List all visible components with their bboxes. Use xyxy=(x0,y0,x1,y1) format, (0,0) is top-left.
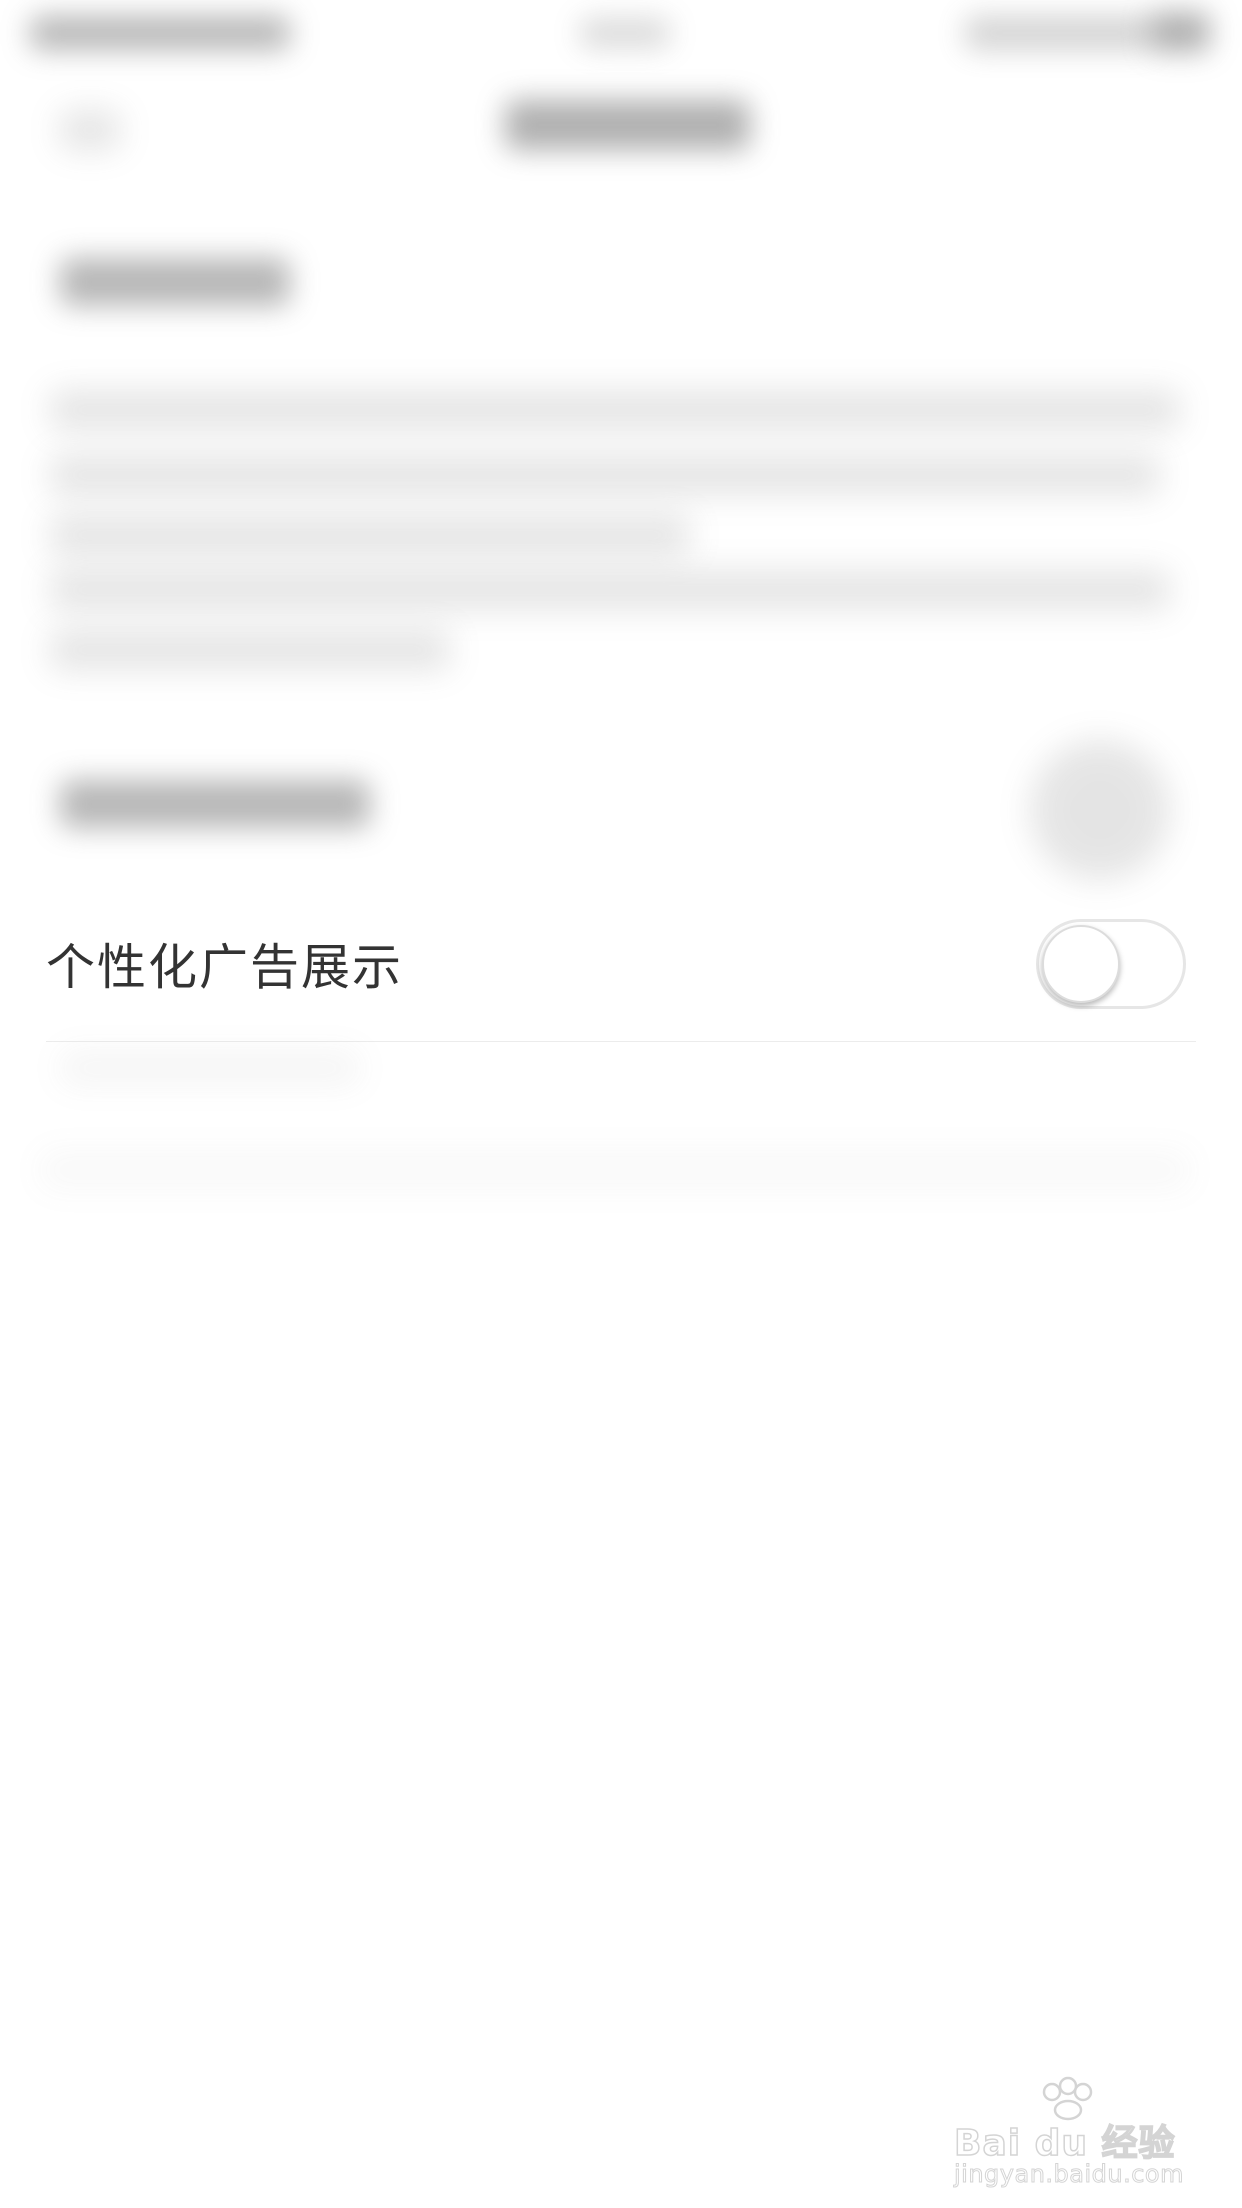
nav-bar xyxy=(0,70,1242,180)
baidu-jingyan-watermark: Bai du 经验 jingyan.baidu.com xyxy=(952,2070,1192,2190)
paragraph-line-blur xyxy=(50,515,690,555)
watermark-brand: Bai du 经验 xyxy=(953,2122,1176,2165)
ghost-blur xyxy=(60,1050,360,1086)
status-time-blur xyxy=(580,18,670,48)
ghost-blur xyxy=(40,1150,1190,1190)
battery-icon xyxy=(1150,12,1210,52)
paragraph-line-blur xyxy=(50,390,1180,430)
back-button[interactable] xyxy=(60,110,120,150)
setting-toggle-blur[interactable] xyxy=(1030,740,1170,880)
page-title xyxy=(505,100,750,150)
personalized-ads-row: 个性化广告展示 xyxy=(46,895,1196,1042)
toggle-knob xyxy=(1042,925,1120,1003)
setting-row-blur xyxy=(60,780,370,828)
section-heading-blur xyxy=(60,258,290,306)
status-right-blur xyxy=(965,16,1155,50)
paragraph-line-blur xyxy=(50,630,450,670)
status-bar xyxy=(0,0,1242,70)
personalized-ads-toggle[interactable] xyxy=(1036,919,1186,1009)
paragraph-line-blur xyxy=(50,455,1160,495)
status-carrier-blur xyxy=(30,16,290,50)
personalized-ads-label: 个性化广告展示 xyxy=(46,939,404,996)
watermark-url: jingyan.baidu.com xyxy=(954,2160,1184,2189)
paragraph-line-blur xyxy=(50,570,1170,610)
